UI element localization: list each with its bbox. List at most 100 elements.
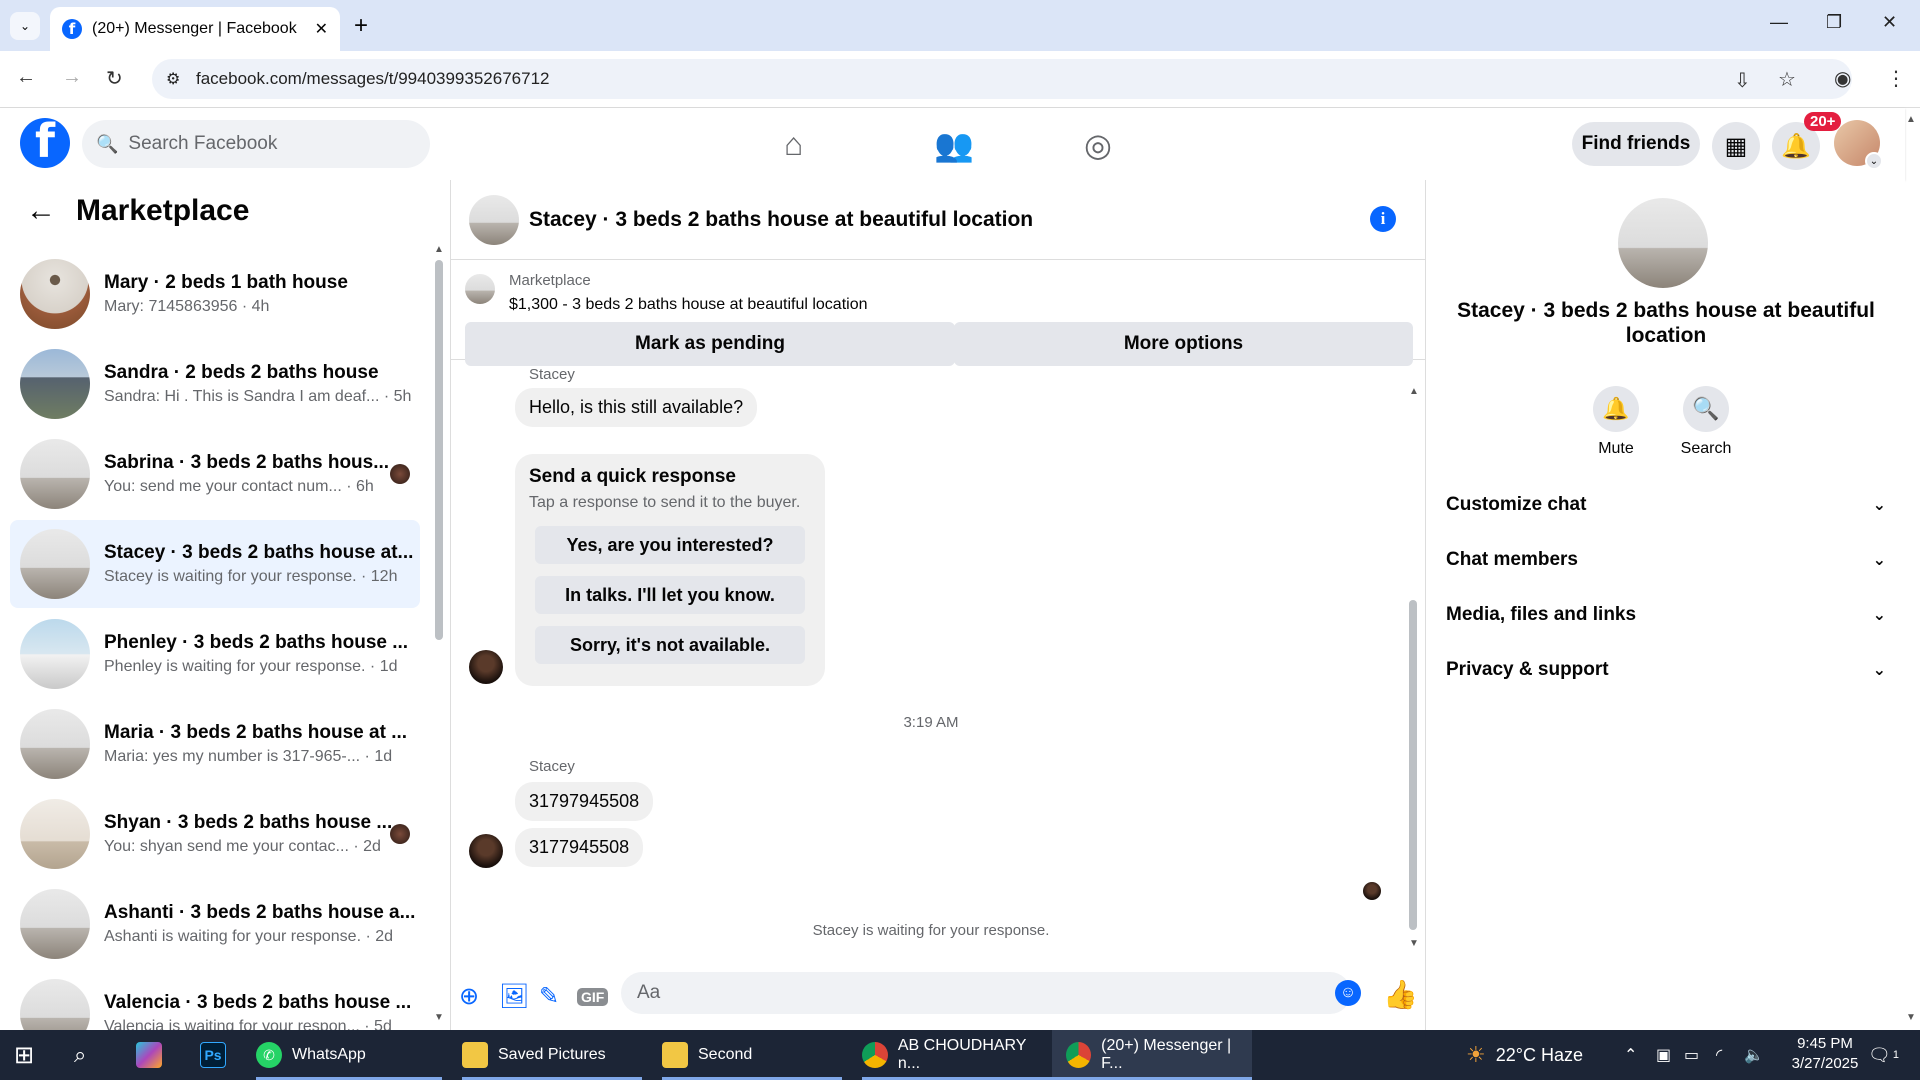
listing-title[interactable]: $1,300 - 3 beds 2 baths house at beautif… — [509, 296, 867, 314]
chevron-down-icon: ⌄ — [1872, 662, 1886, 679]
battery-icon[interactable]: ▭ — [1684, 1030, 1699, 1080]
scroll-down-icon[interactable]: ▼ — [1409, 938, 1419, 949]
privacy-support-section[interactable]: Privacy & support ⌄ — [1446, 645, 1886, 695]
facebook-search-input[interactable]: 🔍 Search Facebook — [82, 120, 430, 168]
conversation-text: Sabrina · 3 beds 2 baths hous... You: sen… — [104, 452, 420, 496]
conversation-item[interactable]: Sabrina · 3 beds 2 baths hous... You: sen… — [10, 430, 420, 518]
browser-menu-icon[interactable]: ⋮ — [1886, 66, 1906, 91]
windows-start-icon[interactable]: ⊞ — [14, 1030, 34, 1080]
minimize-window-icon[interactable]: — — [1770, 12, 1788, 33]
mute-button[interactable]: 🔔 Mute — [1576, 386, 1656, 458]
conversation-text: Valencia · 3 beds 2 baths house ... Valen… — [104, 992, 420, 1030]
photoshop-icon[interactable]: Ps — [200, 1030, 236, 1080]
conversation-item[interactable]: Valencia · 3 beds 2 baths house ... Valen… — [10, 970, 420, 1030]
conversation-item[interactable]: Stacey · 3 beds 2 baths house at... Stace… — [10, 520, 420, 608]
taskbar-search-icon[interactable]: ⌕ — [74, 1030, 86, 1080]
chat-header[interactable]: Stacey · 3 beds 2 baths house at beautif… — [451, 180, 1426, 260]
conversation-name: Stacey · 3 beds 2 baths house at... — [104, 542, 414, 563]
scroll-down-icon[interactable]: ▼ — [434, 1012, 444, 1023]
gif-icon[interactable]: GIF — [577, 988, 609, 1006]
sender-avatar — [469, 834, 503, 868]
site-settings-icon[interactable]: ⚙ — [166, 69, 180, 89]
message-thread-scrollbar[interactable] — [1409, 600, 1417, 930]
forward-arrow-icon[interactable]: → — [62, 66, 82, 89]
find-friends-button[interactable]: Find friends — [1572, 122, 1700, 166]
customize-chat-section[interactable]: Customize chat ⌄ — [1446, 480, 1886, 530]
groups-icon[interactable]: ◎ — [1084, 126, 1112, 164]
chevron-down-icon: ⌄ — [1872, 552, 1886, 569]
url-field[interactable]: ⚙ facebook.com/messages/t/99403993526767… — [152, 59, 1852, 99]
scroll-up-icon[interactable]: ▲ — [1409, 386, 1419, 397]
quick-response-in-talks-button[interactable]: In talks. I'll let you know. — [535, 576, 805, 614]
search-in-chat-button[interactable]: 🔍 Search — [1666, 386, 1746, 458]
profile-icon[interactable]: ◉ — [1834, 66, 1851, 91]
install-app-icon[interactable]: ⇩ — [1734, 68, 1751, 93]
reload-icon[interactable]: ↻ — [106, 66, 123, 91]
quick-response-yes-button[interactable]: Yes, are you interested? — [535, 526, 805, 564]
taskbar-chrome-messenger[interactable]: (20+) Messenger | F... — [1052, 1030, 1252, 1080]
seen-receipt-avatar — [390, 464, 410, 484]
restore-window-icon[interactable]: ❐ — [1826, 12, 1842, 33]
message-thread: Stacey Hello, is this still available? S… — [451, 366, 1411, 940]
taskbar-label: (20+) Messenger | F... — [1101, 1037, 1232, 1072]
close-window-icon[interactable]: ✕ — [1882, 12, 1897, 33]
system-clock[interactable]: 9:45 PM 3/27/2025 — [1770, 1034, 1880, 1074]
page-scroll-up-icon[interactable]: ▲ — [1906, 114, 1916, 125]
taskbar-saved-pictures[interactable]: Saved Pictures — [462, 1030, 642, 1080]
meet-now-icon[interactable]: ▣ — [1656, 1030, 1671, 1080]
emoji-icon[interactable]: ☺ — [1335, 980, 1361, 1006]
tray-overflow-icon[interactable]: ⌃ — [1624, 1030, 1637, 1080]
conversation-preview: Phenley is waiting for your response. · … — [104, 658, 398, 675]
info-icon[interactable]: i — [1370, 206, 1396, 232]
conversation-item[interactable]: Sandra · 2 beds 2 baths house Sandra: Hi … — [10, 340, 420, 428]
taskbar-second[interactable]: Second — [662, 1030, 842, 1080]
notification-center-icon[interactable]: 🗨 1 — [1868, 1030, 1899, 1080]
chat-members-section[interactable]: Chat members ⌄ — [1446, 535, 1886, 585]
taskbar-chrome-ab-choudhary[interactable]: AB CHOUDHARY n... — [862, 1030, 1052, 1080]
menu-grid-icon[interactable]: ▦ — [1712, 122, 1760, 170]
marketplace-label: Marketplace — [509, 272, 591, 289]
message-input[interactable]: Aa — [621, 972, 1351, 1014]
conversation-item[interactable]: Ashanti · 3 beds 2 baths house a... Ashan… — [10, 880, 420, 968]
conversation-item[interactable]: Mary · 2 beds 1 bath house Mary: 71458639… — [10, 250, 420, 338]
conversation-item[interactable]: Phenley · 3 beds 2 baths house ... Phenle… — [10, 610, 420, 698]
taskbar-whatsapp[interactable]: ✆ WhatsApp — [256, 1030, 442, 1080]
waiting-status: Stacey is waiting for your response. — [812, 922, 1050, 939]
add-icon[interactable]: ⊕ — [459, 982, 479, 1011]
quick-response-not-available-button[interactable]: Sorry, it's not available. — [535, 626, 805, 664]
friends-icon[interactable]: 👥 — [934, 126, 974, 164]
chat-info-panel: Stacey · 3 beds 2 baths house at beautif… — [1426, 180, 1905, 1030]
copilot-icon[interactable] — [136, 1030, 172, 1080]
taskbar-label: Saved Pictures — [498, 1046, 606, 1063]
conversation-item[interactable]: Maria · 3 beds 2 baths house at ... Maria… — [10, 700, 420, 788]
message-bubble: 3177945508 — [515, 828, 644, 867]
media-files-links-section[interactable]: Media, files and links ⌄ — [1446, 590, 1886, 640]
home-icon[interactable]: ⌂ — [784, 126, 803, 163]
facebook-header: f 🔍 Search Facebook ⌂ 👥 ◎ Find friends ▦… — [0, 108, 1905, 180]
page-scroll-down-icon[interactable]: ▼ — [1906, 1012, 1916, 1023]
more-options-button[interactable]: More options — [954, 322, 1413, 366]
scroll-up-icon[interactable]: ▲ — [434, 244, 444, 255]
volume-icon[interactable]: 🔈 — [1744, 1030, 1764, 1080]
new-tab-icon[interactable]: + — [354, 12, 368, 40]
mark-as-pending-button[interactable]: Mark as pending — [465, 322, 955, 366]
sender-avatar — [469, 650, 503, 684]
back-arrow-icon[interactable]: ← — [26, 194, 56, 228]
bookmark-star-icon[interactable]: ☆ — [1778, 67, 1796, 92]
conversation-name: Mary · 2 beds 1 bath house — [104, 272, 348, 293]
wifi-icon[interactable]: ◜ — [1716, 1030, 1722, 1080]
conversation-name: Sabrina · 3 beds 2 baths hous... — [104, 452, 390, 473]
browser-tab-messenger[interactable]: f (20+) Messenger | Facebook ✕ — [50, 7, 340, 51]
sticker-icon[interactable]: ✎ — [539, 982, 559, 1011]
conversation-item[interactable]: Shyan · 3 beds 2 baths house ... You: shy… — [10, 790, 420, 878]
facebook-logo-icon[interactable]: f — [20, 118, 70, 168]
weather-widget[interactable]: ☀ 22°C Haze — [1466, 1030, 1583, 1080]
conversation-list-scrollbar[interactable] — [435, 260, 443, 640]
close-tab-icon[interactable]: ✕ — [315, 19, 328, 39]
account-dropdown-icon[interactable]: ⌄ — [1865, 152, 1883, 170]
back-arrow-icon[interactable]: ← — [16, 66, 36, 89]
conversation-thumbnail — [20, 439, 90, 509]
attach-image-icon[interactable]: 🖼 — [499, 982, 529, 1011]
thumbs-up-icon[interactable]: 👍 — [1383, 978, 1418, 1011]
tab-search-dropdown-icon[interactable]: ⌄ — [10, 12, 40, 40]
